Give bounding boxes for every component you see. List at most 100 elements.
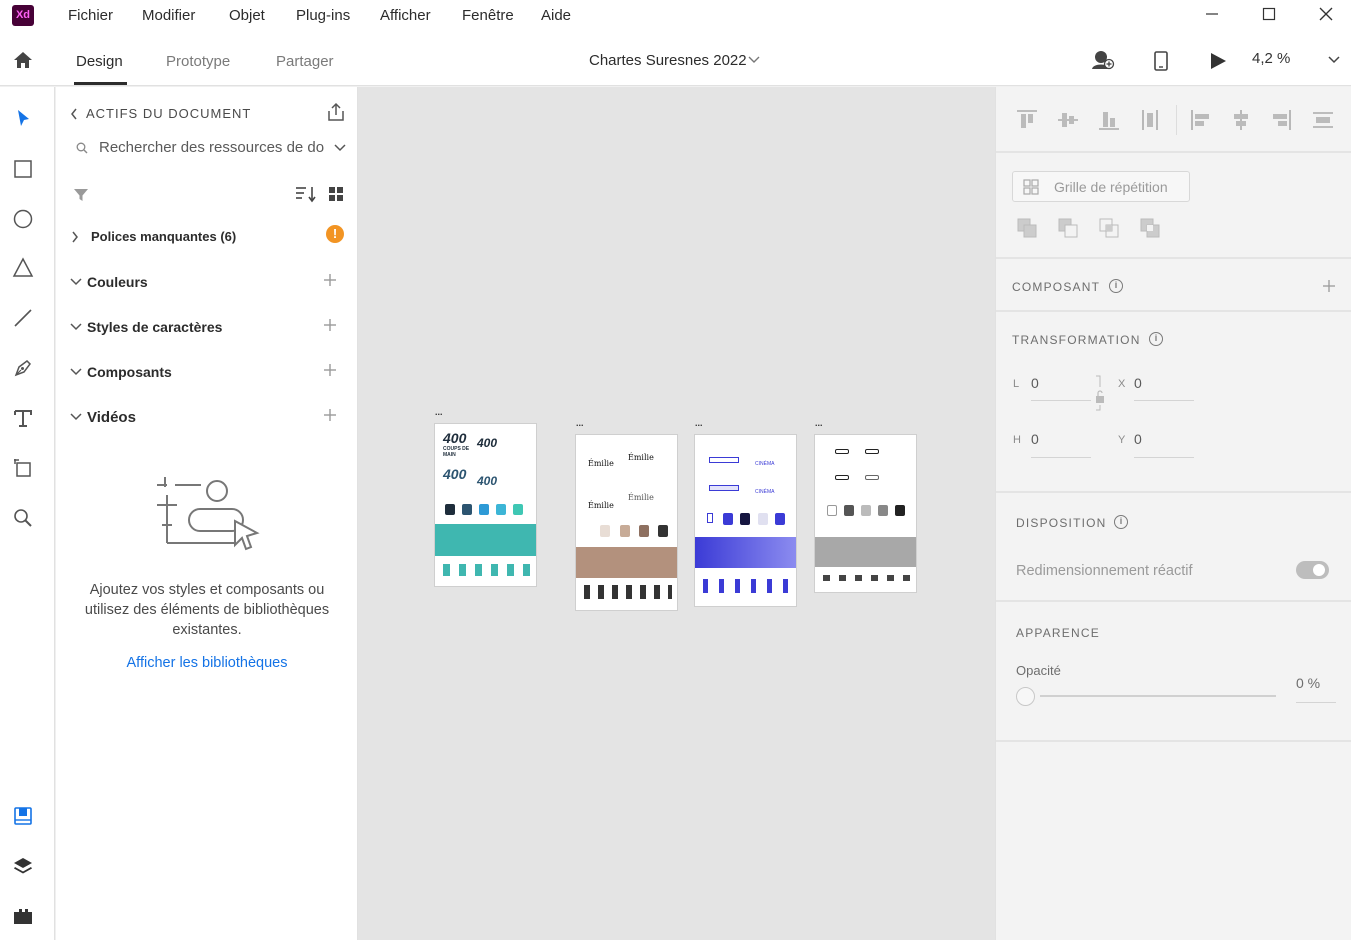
design-canvas[interactable]: ... 400 COUPS DE MAIN 400 400 400 ... Ém… [358, 87, 995, 940]
menu-fenetre[interactable]: Fenêtre [462, 7, 514, 24]
invite-user-icon[interactable] [1091, 49, 1115, 71]
tab-prototype[interactable]: Prototype [166, 53, 230, 70]
boolean-exclude-icon[interactable] [1139, 217, 1161, 239]
polygon-tool-icon[interactable] [12, 257, 34, 279]
add-component-plus-icon[interactable] [323, 363, 337, 377]
opacity-slider-track[interactable] [1040, 695, 1276, 697]
menu-afficher[interactable]: Afficher [380, 7, 431, 24]
collapse-chevron-down-icon[interactable] [70, 323, 82, 331]
home-icon[interactable] [12, 49, 34, 71]
ellipse-tool-icon[interactable] [12, 208, 34, 230]
artboard-4[interactable] [814, 434, 917, 593]
height-field-underline [1031, 457, 1091, 458]
distribute-vertical-icon[interactable] [1139, 109, 1161, 131]
boolean-add-icon[interactable] [1016, 217, 1038, 239]
tab-partager[interactable]: Partager [276, 53, 334, 70]
align-center-icon[interactable] [1230, 109, 1252, 131]
line-tool-icon[interactable] [12, 307, 34, 329]
play-preview-icon[interactable] [1209, 51, 1227, 71]
rectangle-tool-icon[interactable] [12, 158, 34, 180]
cinema-logo-frame [709, 485, 739, 491]
info-icon[interactable]: i [1109, 279, 1123, 293]
boolean-intersect-icon[interactable] [1098, 217, 1120, 239]
opacity-value-field[interactable]: 0 % [1296, 675, 1320, 691]
zoom-tool-icon[interactable] [12, 507, 34, 529]
sort-icon[interactable] [295, 185, 317, 203]
menu-plugins[interactable]: Plug-ins [296, 7, 350, 24]
align-middle-icon[interactable] [1057, 109, 1079, 131]
pen-tool-icon[interactable] [12, 357, 34, 379]
zoom-chevron-down-icon[interactable] [1328, 55, 1340, 65]
collapse-chevron-down-icon[interactable] [70, 368, 82, 376]
collapse-chevron-down-icon[interactable] [70, 413, 82, 421]
align-top-icon[interactable] [1016, 109, 1038, 131]
add-component-plus-icon[interactable] [1322, 279, 1336, 293]
close-icon[interactable] [1316, 4, 1336, 24]
document-title[interactable]: Chartes Suresnes 2022 [589, 52, 747, 69]
height-field[interactable]: 0 [1031, 431, 1039, 447]
swatch [658, 525, 668, 537]
swatch [878, 505, 888, 516]
device-preview-icon[interactable] [1153, 50, 1169, 72]
colors-section-title[interactable]: Couleurs [87, 274, 148, 290]
add-char-style-plus-icon[interactable] [323, 318, 337, 332]
document-assets-icon[interactable] [12, 805, 34, 827]
x-field[interactable]: 0 [1134, 375, 1142, 391]
text-tool-icon[interactable] [12, 407, 34, 429]
lock-aspect-icon[interactable] [1094, 375, 1106, 411]
swatch [445, 504, 455, 515]
artboard-3[interactable]: CINÉMA CINÉMA [694, 434, 797, 607]
search-input[interactable]: Rechercher des ressources de do [99, 139, 324, 156]
y-field[interactable]: 0 [1134, 431, 1142, 447]
menu-modifier[interactable]: Modifier [142, 7, 195, 24]
add-video-plus-icon[interactable] [323, 408, 337, 422]
align-bottom-icon[interactable] [1098, 109, 1120, 131]
grid-view-icon[interactable] [328, 186, 344, 202]
char-styles-section-title[interactable]: Styles de caractères [87, 319, 222, 335]
width-field[interactable]: 0 [1031, 375, 1039, 391]
opacity-slider-handle[interactable] [1016, 687, 1035, 706]
select-tool-icon[interactable] [12, 108, 34, 130]
artboard-label[interactable]: ... [815, 418, 823, 428]
logo-400-4: 400 [477, 474, 498, 488]
align-left-icon[interactable] [1190, 109, 1212, 131]
responsive-resize-toggle[interactable] [1296, 561, 1329, 579]
menu-fichier[interactable]: Fichier [68, 7, 113, 24]
artboard-label[interactable]: ... [576, 418, 584, 428]
show-libraries-link[interactable]: Afficher les bibliothèques [76, 655, 338, 671]
menu-objet[interactable]: Objet [229, 7, 265, 24]
artboard-tool-icon[interactable] [12, 457, 34, 479]
distribute-horizontal-icon[interactable] [1312, 109, 1334, 131]
tab-design[interactable]: Design [76, 53, 123, 70]
artboard-1[interactable]: 400 COUPS DE MAIN 400 400 400 [434, 423, 537, 587]
minimize-icon[interactable] [1202, 4, 1222, 24]
back-chevron-icon[interactable] [70, 108, 78, 120]
videos-section-title[interactable]: Vidéos [87, 409, 136, 426]
info-icon[interactable]: i [1149, 332, 1163, 346]
align-right-icon[interactable] [1270, 109, 1292, 131]
zoom-level[interactable]: 4,2 % [1252, 50, 1290, 67]
plugins-icon[interactable] [12, 905, 34, 927]
menu-aide[interactable]: Aide [541, 7, 571, 24]
expand-chevron-right-icon[interactable] [71, 231, 79, 243]
repeat-grid-button[interactable]: Grille de répétition [1012, 171, 1190, 202]
accent-band [815, 537, 916, 567]
artboard-label[interactable]: ... [435, 407, 443, 417]
chevron-down-icon[interactable] [748, 55, 760, 65]
components-section-title[interactable]: Composants [87, 364, 172, 380]
filter-icon[interactable] [73, 187, 89, 203]
divider [996, 151, 1351, 153]
swatch [723, 513, 733, 525]
missing-fonts-label[interactable]: Polices manquantes (6) [91, 229, 236, 244]
add-color-plus-icon[interactable] [323, 273, 337, 287]
search-dropdown-chevron-icon[interactable] [334, 143, 346, 153]
export-icon[interactable] [326, 102, 346, 122]
artboard-2[interactable]: Émilie Émilie Émilie Émilie [575, 434, 678, 611]
logo-emilie-4: Émilie [628, 493, 654, 502]
info-icon[interactable]: i [1114, 515, 1128, 529]
maximize-icon[interactable] [1259, 4, 1279, 24]
artboard-label[interactable]: ... [695, 418, 703, 428]
boolean-subtract-icon[interactable] [1057, 217, 1079, 239]
collapse-chevron-down-icon[interactable] [70, 278, 82, 286]
layers-icon[interactable] [12, 855, 34, 877]
